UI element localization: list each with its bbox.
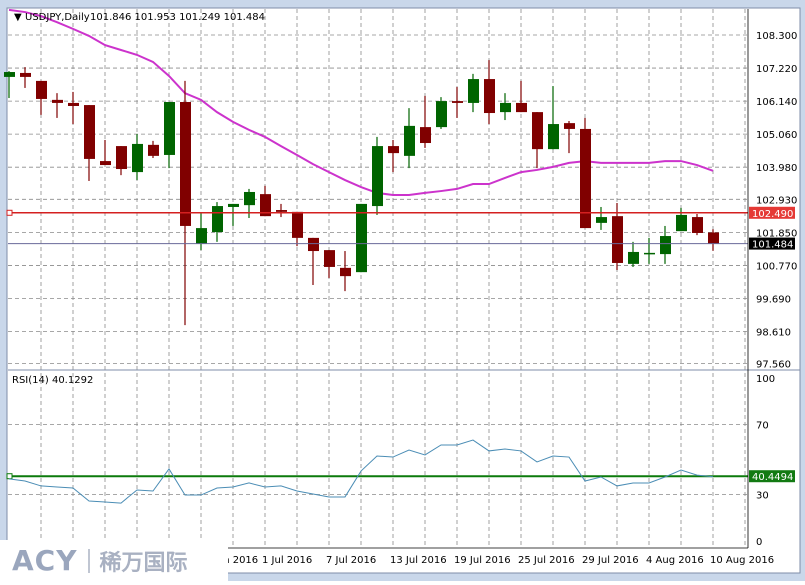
candle-body <box>324 250 335 267</box>
candle-body <box>628 251 639 264</box>
candle-body <box>100 161 111 166</box>
current-price-label: 101.484 <box>752 240 793 251</box>
rsi-label: RSI(14) 40.1292 <box>12 375 93 386</box>
price-tick-label: 99.690 <box>756 294 791 305</box>
rsi-tick-label: 70 <box>756 421 769 432</box>
price-tick-label: 103.980 <box>756 163 797 174</box>
candle-body <box>116 146 127 170</box>
price-tick-label: 102.930 <box>756 195 797 206</box>
candle-body <box>308 237 319 252</box>
candle-body <box>148 144 159 156</box>
candle-body <box>516 102 527 113</box>
candle-body <box>196 228 207 244</box>
candle-body <box>4 72 15 77</box>
candle-body <box>20 72 31 77</box>
candle-body <box>180 102 191 226</box>
chart-window: 102.490 101.484 40.4494 108.300 107.220 106… <box>0 0 805 581</box>
candle-body <box>676 214 687 232</box>
candle-body <box>660 236 671 255</box>
time-tick-label: 29 Jul 2016 <box>582 555 639 566</box>
logo-divider <box>87 548 90 573</box>
ohlc-readout: 101.846 101.953 101.249 101.484 <box>90 12 265 23</box>
price-tick-label: 101.850 <box>756 228 797 239</box>
time-tick-label: 25 Jul 2016 <box>518 555 575 566</box>
candle-body <box>68 102 79 106</box>
candle-body <box>548 124 559 150</box>
candle-body <box>708 232 719 244</box>
time-tick-label: 10 Aug 2016 <box>710 555 774 566</box>
time-tick-label: 4 Aug 2016 <box>646 555 704 566</box>
price-chart[interactable]: 102.490 101.484 40.4494 108.300 107.220 106… <box>0 0 805 581</box>
logo-chinese: 稀万国际 <box>99 550 188 576</box>
logo-brand: ACY <box>12 544 78 577</box>
candle-body <box>500 102 511 113</box>
rsi-level-anchor-handle <box>6 473 13 480</box>
price-tick-label: 98.610 <box>756 328 791 339</box>
candle-body <box>532 112 543 150</box>
candle-body <box>644 252 655 255</box>
time-tick-label: 1 Jul 2016 <box>262 555 312 566</box>
price-tick-label: 108.300 <box>756 31 797 42</box>
candle-body <box>52 99 63 103</box>
price-tick-label: 100.770 <box>756 261 797 272</box>
candle-body <box>276 210 287 212</box>
candle-body <box>244 191 255 206</box>
price-tick-label: 107.220 <box>756 64 797 75</box>
candle-body <box>36 80 47 99</box>
symbol-label: USDJPY,Daily <box>25 12 90 23</box>
candle-body <box>484 79 495 114</box>
candle-body <box>372 146 383 207</box>
dropdown-triangle-icon[interactable]: ▼ <box>14 12 22 23</box>
candle-body <box>612 216 623 263</box>
candle-body <box>420 127 431 144</box>
candle-body <box>212 206 223 233</box>
candle-body <box>292 211 303 238</box>
price-tick-label: 106.140 <box>756 97 797 108</box>
level-price-label: 102.490 <box>752 209 793 220</box>
candle-body <box>452 101 463 103</box>
time-tick-label: 19 Jul 2016 <box>454 555 511 566</box>
candle-body <box>596 217 607 223</box>
time-tick-label: 13 Jul 2016 <box>390 555 447 566</box>
time-tick-label: 7 Jul 2016 <box>326 555 376 566</box>
price-tick-label: 105.060 <box>756 130 797 141</box>
candle-body <box>356 203 367 273</box>
candle-body <box>164 102 175 155</box>
candle-body <box>228 203 239 207</box>
line-anchor-handle <box>6 209 13 216</box>
rsi-tick-label: 30 <box>756 491 769 502</box>
rsi-tick-label: 0 <box>756 537 762 548</box>
price-tick-label: 97.560 <box>756 360 791 371</box>
candle-body <box>84 105 95 159</box>
candle-body <box>436 101 447 128</box>
candle-body <box>340 267 351 277</box>
acy-watermark-logo: ACY 稀万国际 <box>0 540 228 581</box>
rsi-tick-label: 100 <box>756 374 775 385</box>
candle-body <box>692 217 703 233</box>
candle-body <box>468 79 479 103</box>
candle-body <box>564 123 575 129</box>
candle-body <box>404 125 415 156</box>
candle-body <box>132 143 143 173</box>
rsi-level-label: 40.4494 <box>752 472 793 483</box>
candle-body <box>388 146 399 154</box>
